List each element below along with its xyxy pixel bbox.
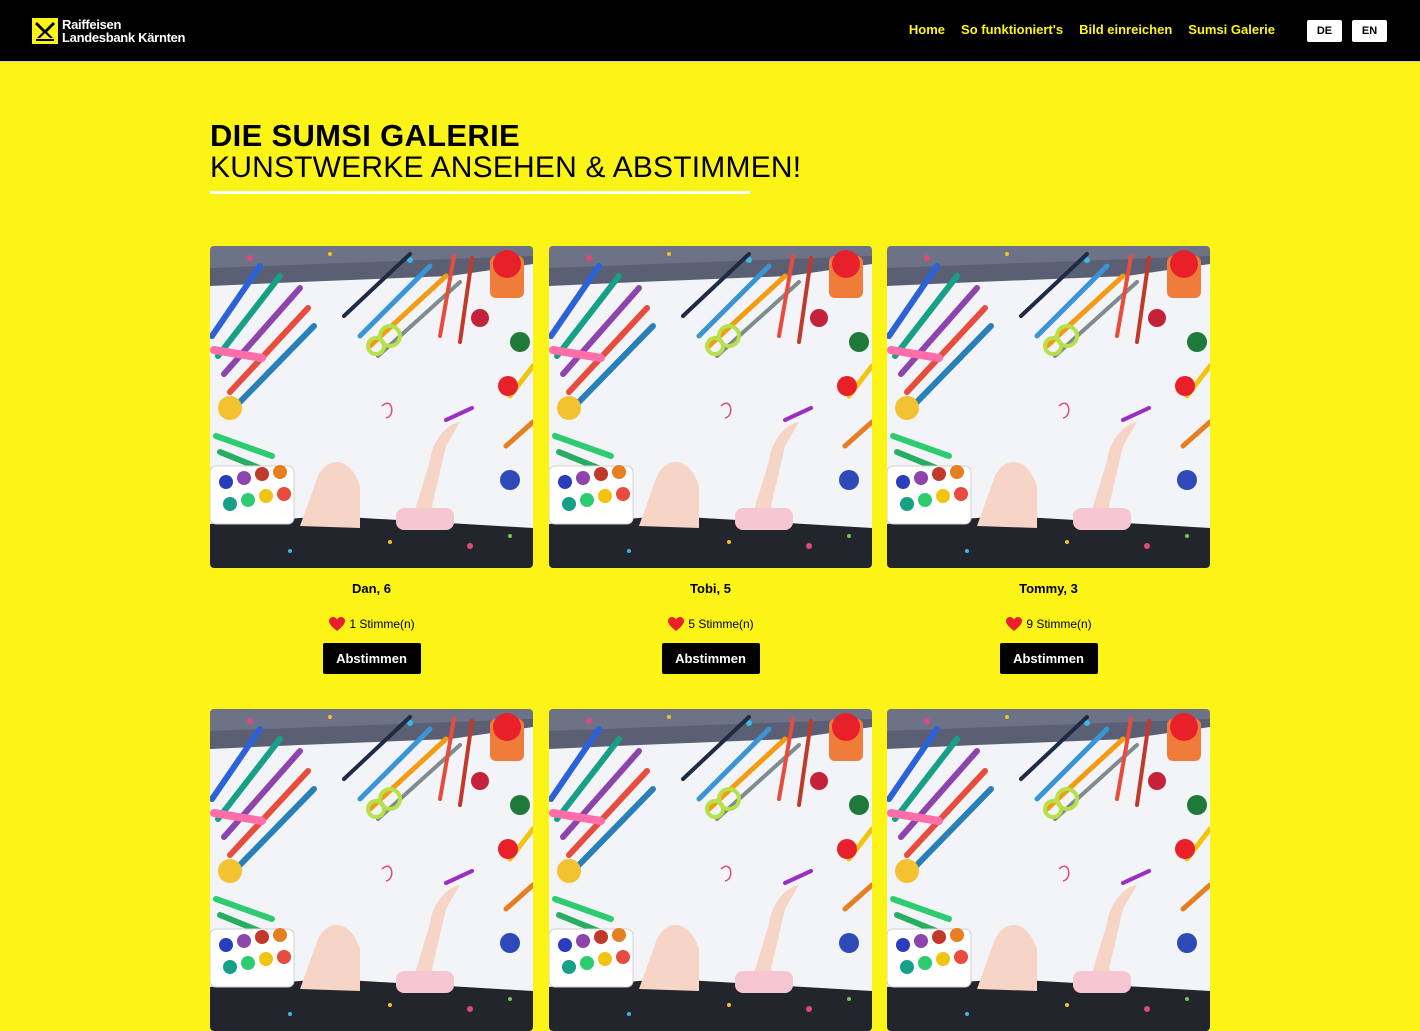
gallery-card (549, 709, 872, 1031)
top-navigation-bar: Raiffeisen Landesbank Kärnten Home So fu… (0, 0, 1420, 62)
brand-line2: Landesbank Kärnten (62, 30, 186, 45)
language-en-button[interactable]: EN (1352, 20, 1387, 42)
raiffeisen-logo[interactable]: Raiffeisen Landesbank Kärnten (32, 17, 185, 45)
vote-count-label: 9 Stimme(n) (1026, 617, 1092, 631)
artwork-image[interactable] (210, 246, 533, 568)
gallery-card: Tommy, 3 9 Stimme(n) Abstimmen (887, 246, 1210, 674)
vote-count: 1 Stimme(n) (210, 615, 533, 633)
main-nav: Home So funktioniert's Bild einreichen S… (909, 22, 1275, 37)
page-title: DIE SUMSI GALERIE (210, 118, 520, 153)
nav-sumsi-galerie[interactable]: Sumsi Galerie (1188, 22, 1275, 37)
artwork-image[interactable] (549, 709, 872, 1031)
gallery-card (210, 709, 533, 1031)
vote-count: 9 Stimme(n) (887, 615, 1210, 633)
artwork-image[interactable] (887, 246, 1210, 568)
giebelkreuz-icon (32, 18, 58, 44)
artwork-image[interactable] (210, 709, 533, 1031)
vote-button[interactable]: Abstimmen (322, 643, 421, 674)
gallery-card (887, 709, 1210, 1031)
heart-icon (329, 617, 346, 631)
artwork-image[interactable] (887, 709, 1210, 1031)
heart-icon (668, 617, 685, 631)
vote-count: 5 Stimme(n) (549, 615, 872, 633)
page-heading: DIE SUMSI GALERIE KUNSTWERKE ANSEHEN & A… (210, 120, 801, 184)
nav-bild-einreichen[interactable]: Bild einreichen (1079, 22, 1172, 37)
gallery-card: Tobi, 5 5 Stimme(n) Abstimmen (549, 246, 872, 674)
vote-count-label: 1 Stimme(n) (349, 617, 415, 631)
artwork-image[interactable] (549, 246, 872, 568)
gallery-card: Dan, 6 1 Stimme(n) Abstimmen (210, 246, 533, 674)
nav-home[interactable]: Home (909, 22, 945, 37)
vote-button[interactable]: Abstimmen (661, 643, 760, 674)
artist-name: Dan, 6 (351, 581, 391, 596)
vote-count-label: 5 Stimme(n) (688, 617, 754, 631)
nav-so-funktionierts[interactable]: So funktioniert's (961, 22, 1063, 37)
heart-icon (1006, 617, 1023, 631)
page-subtitle: KUNSTWERKE ANSEHEN & ABSTIMMEN! (210, 151, 802, 184)
artist-name: Tommy, 3 (1019, 581, 1078, 596)
artist-name: Tobi, 5 (690, 581, 731, 596)
vote-button[interactable]: Abstimmen (999, 643, 1098, 674)
language-de-button[interactable]: DE (1307, 20, 1342, 42)
heading-underline (210, 191, 750, 194)
